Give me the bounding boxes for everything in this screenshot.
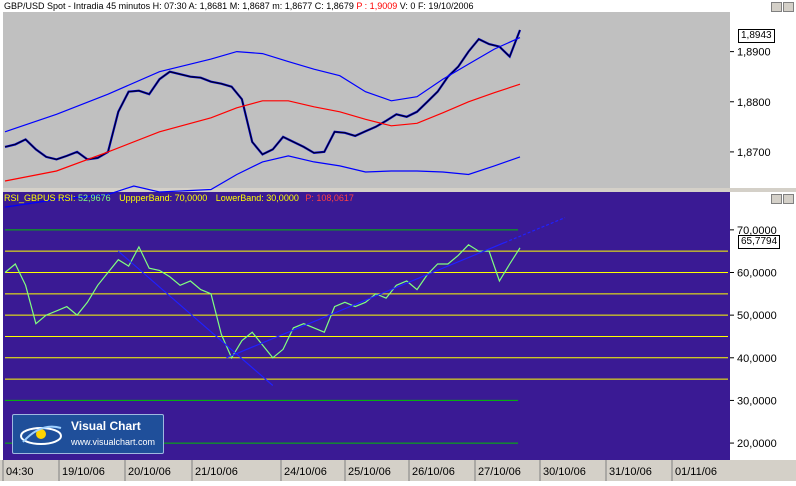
rsi-tick-label: 40,0000	[737, 353, 777, 365]
date-tick-label: 01/11/06	[675, 466, 717, 478]
symbol-label: GBP/USD Spot	[4, 1, 66, 11]
date-value: F: 19/10/2006	[417, 1, 474, 11]
rsi-tick-label: 20,0000	[737, 438, 777, 450]
logo-swoosh-icon	[20, 425, 62, 445]
date-tick-label: 21/10/06	[195, 466, 238, 478]
rsi-minimize-button[interactable]	[771, 194, 782, 204]
open-value: A: 1,8681	[188, 1, 228, 11]
rsi-tick-label: 50,0000	[737, 310, 777, 322]
price-last-badge: 1,8943	[738, 29, 775, 43]
lower-band-label: LowerBand:	[215, 193, 264, 203]
rsi-value: 52,9676	[78, 193, 111, 203]
visual-chart-logo: Visual Chart www.visualchart.com	[12, 414, 164, 454]
timeframe-label: Intradia 45 minutos	[73, 1, 151, 11]
lower-band-value: 30,0000	[266, 193, 299, 203]
rsi-tick-label: 30,0000	[737, 395, 777, 407]
date-tick-label: 04:30	[6, 466, 34, 478]
rsi-last-badge: 65,7794	[738, 235, 781, 249]
hour-value: H: 07:30	[152, 1, 187, 11]
high-value: M: 1,8687	[229, 1, 270, 11]
rsi-name: RSI_GBPUS RSI:	[4, 193, 76, 203]
rsi-last-value: 65,7794	[741, 236, 778, 247]
p-value: P : 1,9009	[356, 1, 398, 11]
upper-band-value: 70,0000	[174, 193, 208, 203]
rsi-close-button[interactable]	[783, 194, 794, 204]
price-tick-label: 1,8800	[737, 97, 771, 109]
date-tick-label: 27/10/06	[478, 466, 521, 478]
price-minimize-button[interactable]	[771, 2, 782, 12]
date-tick-label: 30/10/06	[543, 466, 586, 478]
date-tick-label: 24/10/06	[284, 466, 327, 478]
price-header: GBP/USD Spot - Intradia 45 minutos H: 07…	[4, 1, 474, 11]
upper-band-label: UppperBand:	[119, 193, 173, 203]
low-value: m: 1,8677	[272, 1, 313, 11]
rsi-header: RSI_GBPUS RSI: 52,9676 UppperBand: 70,00…	[4, 193, 354, 203]
close-value: C: 1,8679	[314, 1, 354, 11]
price-last-value: 1,8943	[741, 30, 772, 41]
logo-title: Visual Chart	[71, 419, 141, 433]
date-tick-label: 20/10/06	[128, 466, 171, 478]
price-close-button[interactable]	[783, 2, 794, 12]
date-tick-label: 25/10/06	[348, 466, 391, 478]
logo-url: www.visualchart.com	[71, 437, 156, 447]
price-pane[interactable]	[3, 12, 730, 188]
date-tick-label: 19/10/06	[62, 466, 105, 478]
volume-value: V: 0	[399, 1, 416, 11]
price-tick-label: 1,8700	[737, 147, 771, 159]
price-tick-label: 1,8900	[737, 47, 771, 59]
rsi-tick-label: 60,0000	[737, 267, 777, 279]
date-tick-label: 31/10/06	[609, 466, 652, 478]
chart-canvas: 1,8700 1,8800 1,8900 20,0000 30,0000 40,0000 5…	[0, 0, 796, 481]
chart-window: 1,8700 1,8800 1,8900 20,0000 30,0000 40,0000 5…	[0, 0, 796, 481]
date-tick-label: 26/10/06	[412, 466, 455, 478]
rsi-p-value: P: 108,0617	[305, 193, 354, 203]
